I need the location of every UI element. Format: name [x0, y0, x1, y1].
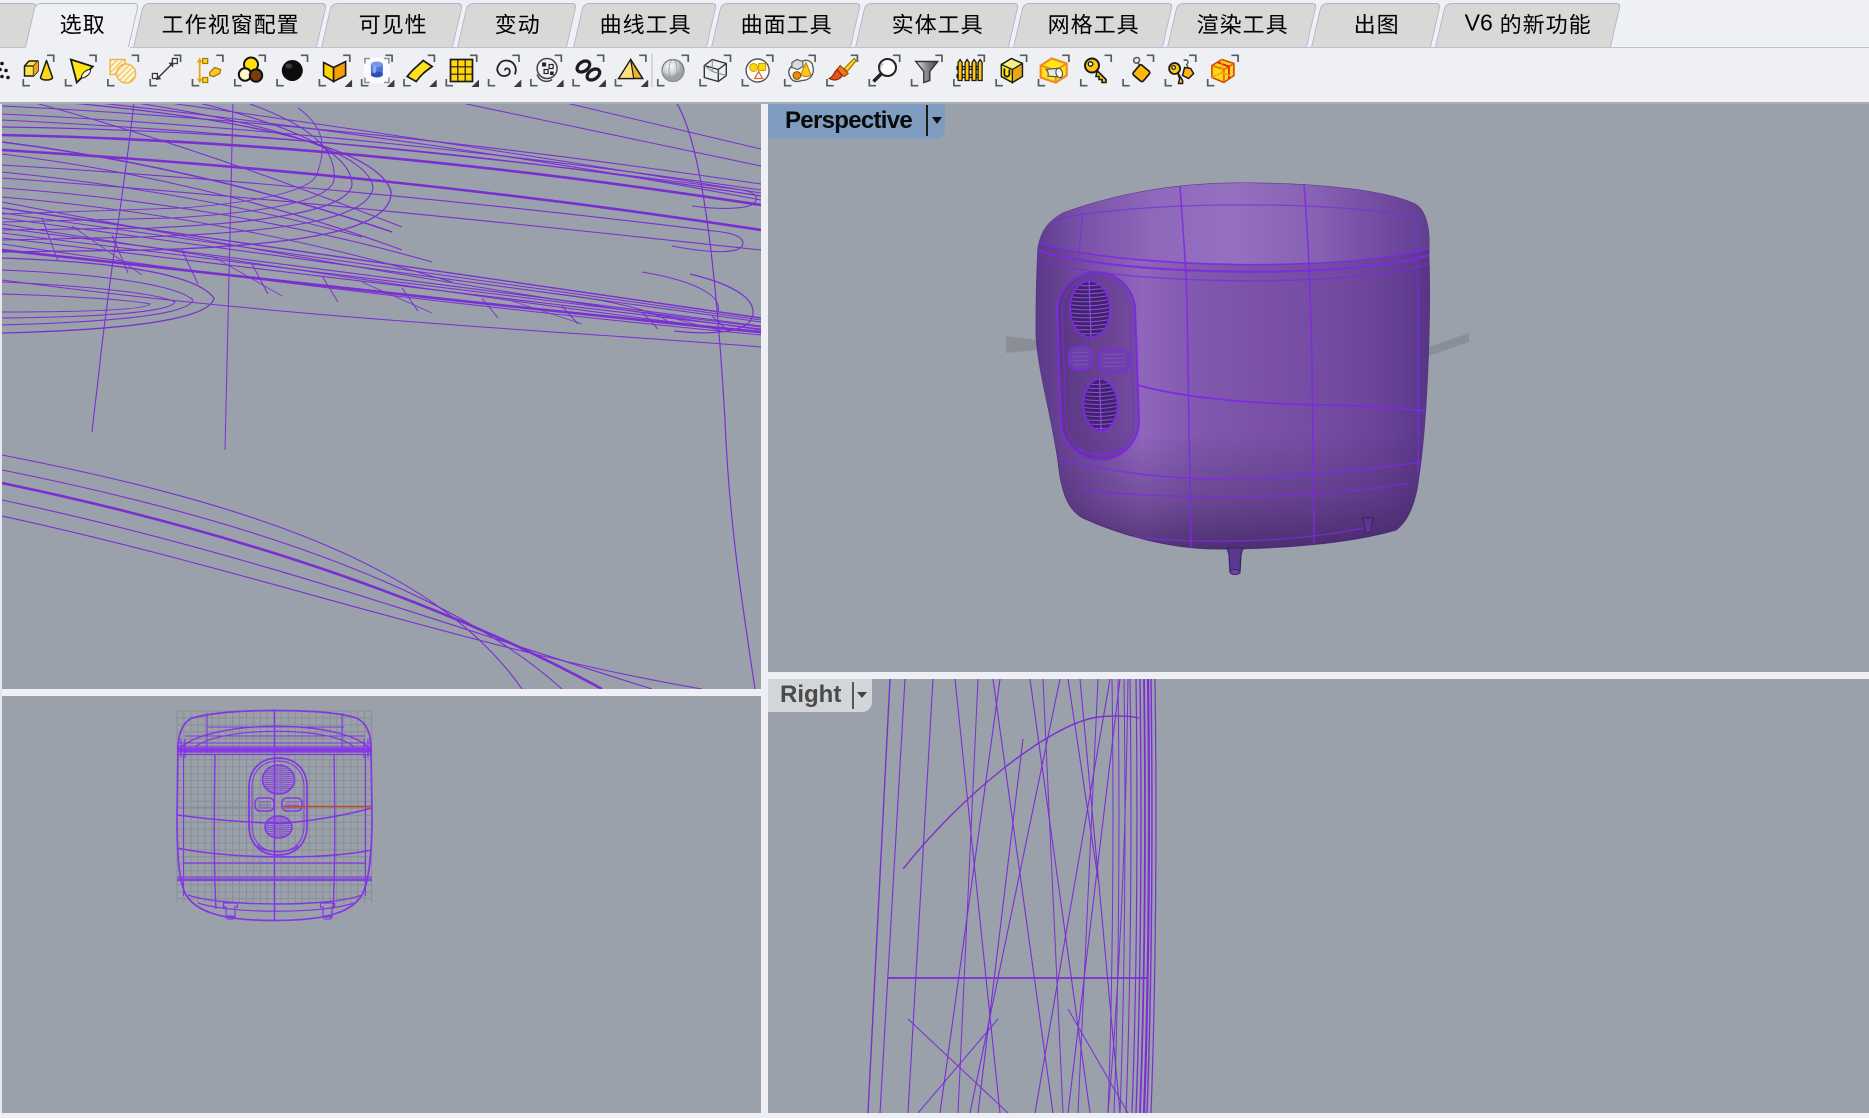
svg-text:V6: V6 [1465, 9, 1493, 35]
